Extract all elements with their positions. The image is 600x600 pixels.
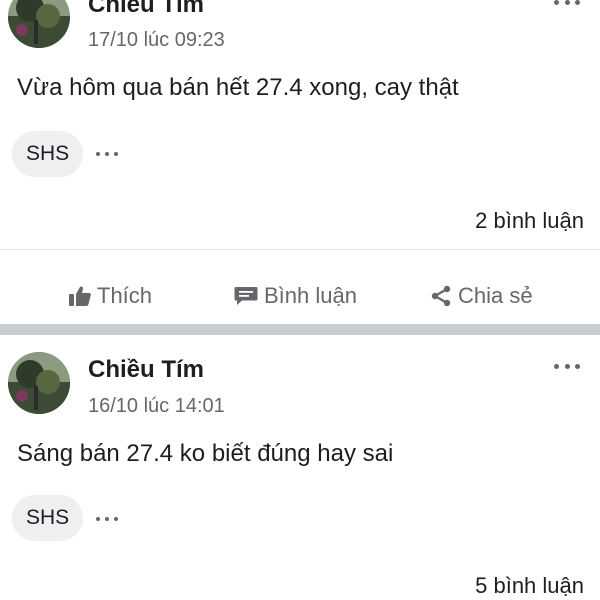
action-bar: Thích Bình luận Chia sẻ [0, 271, 600, 321]
post-separator [0, 324, 600, 335]
more-options-icon[interactable] [554, 0, 580, 8]
like-button[interactable]: Thích [69, 271, 152, 321]
divider [0, 249, 600, 250]
tag-chip[interactable]: SHS [12, 131, 84, 177]
share-button[interactable]: Chia sẻ [430, 271, 533, 321]
post-timestamp[interactable]: 17/10 lúc 09:23 [88, 29, 225, 52]
comment-count[interactable]: 2 bình luận [475, 208, 584, 234]
avatar[interactable] [8, 0, 70, 48]
comment-bubble-icon [234, 286, 258, 306]
tag-label: SHS [26, 142, 70, 165]
share-icon [430, 285, 452, 307]
author-name[interactable]: Chiều Tím [88, 0, 204, 19]
tag-chip[interactable]: SHS [12, 495, 84, 541]
comment-button[interactable]: Bình luận [234, 271, 357, 321]
comment-count[interactable]: 5 bình luận [475, 573, 584, 599]
more-tags-icon[interactable] [96, 150, 118, 158]
author-name[interactable]: Chiều Tím [88, 356, 204, 384]
post-card: Chiều Tím 16/10 lúc 14:01 Sáng bán 27.4 … [0, 335, 600, 600]
like-label: Thích [97, 283, 153, 308]
more-options-icon[interactable] [554, 360, 580, 372]
tag-label: SHS [26, 506, 70, 529]
post-card: Chiều Tím 17/10 lúc 09:23 Vừa hôm qua bá… [0, 0, 600, 324]
post-timestamp[interactable]: 16/10 lúc 14:01 [88, 395, 225, 418]
avatar[interactable] [8, 352, 70, 414]
post-text: Vừa hôm qua bán hết 27.4 xong, cay thật [17, 74, 459, 101]
thumbs-up-icon [69, 286, 91, 306]
comment-label: Bình luận [264, 283, 357, 308]
post-text: Sáng bán 27.4 ko biết đúng hay sai [17, 440, 394, 467]
more-tags-icon[interactable] [96, 515, 118, 523]
share-label: Chia sẻ [458, 283, 533, 308]
